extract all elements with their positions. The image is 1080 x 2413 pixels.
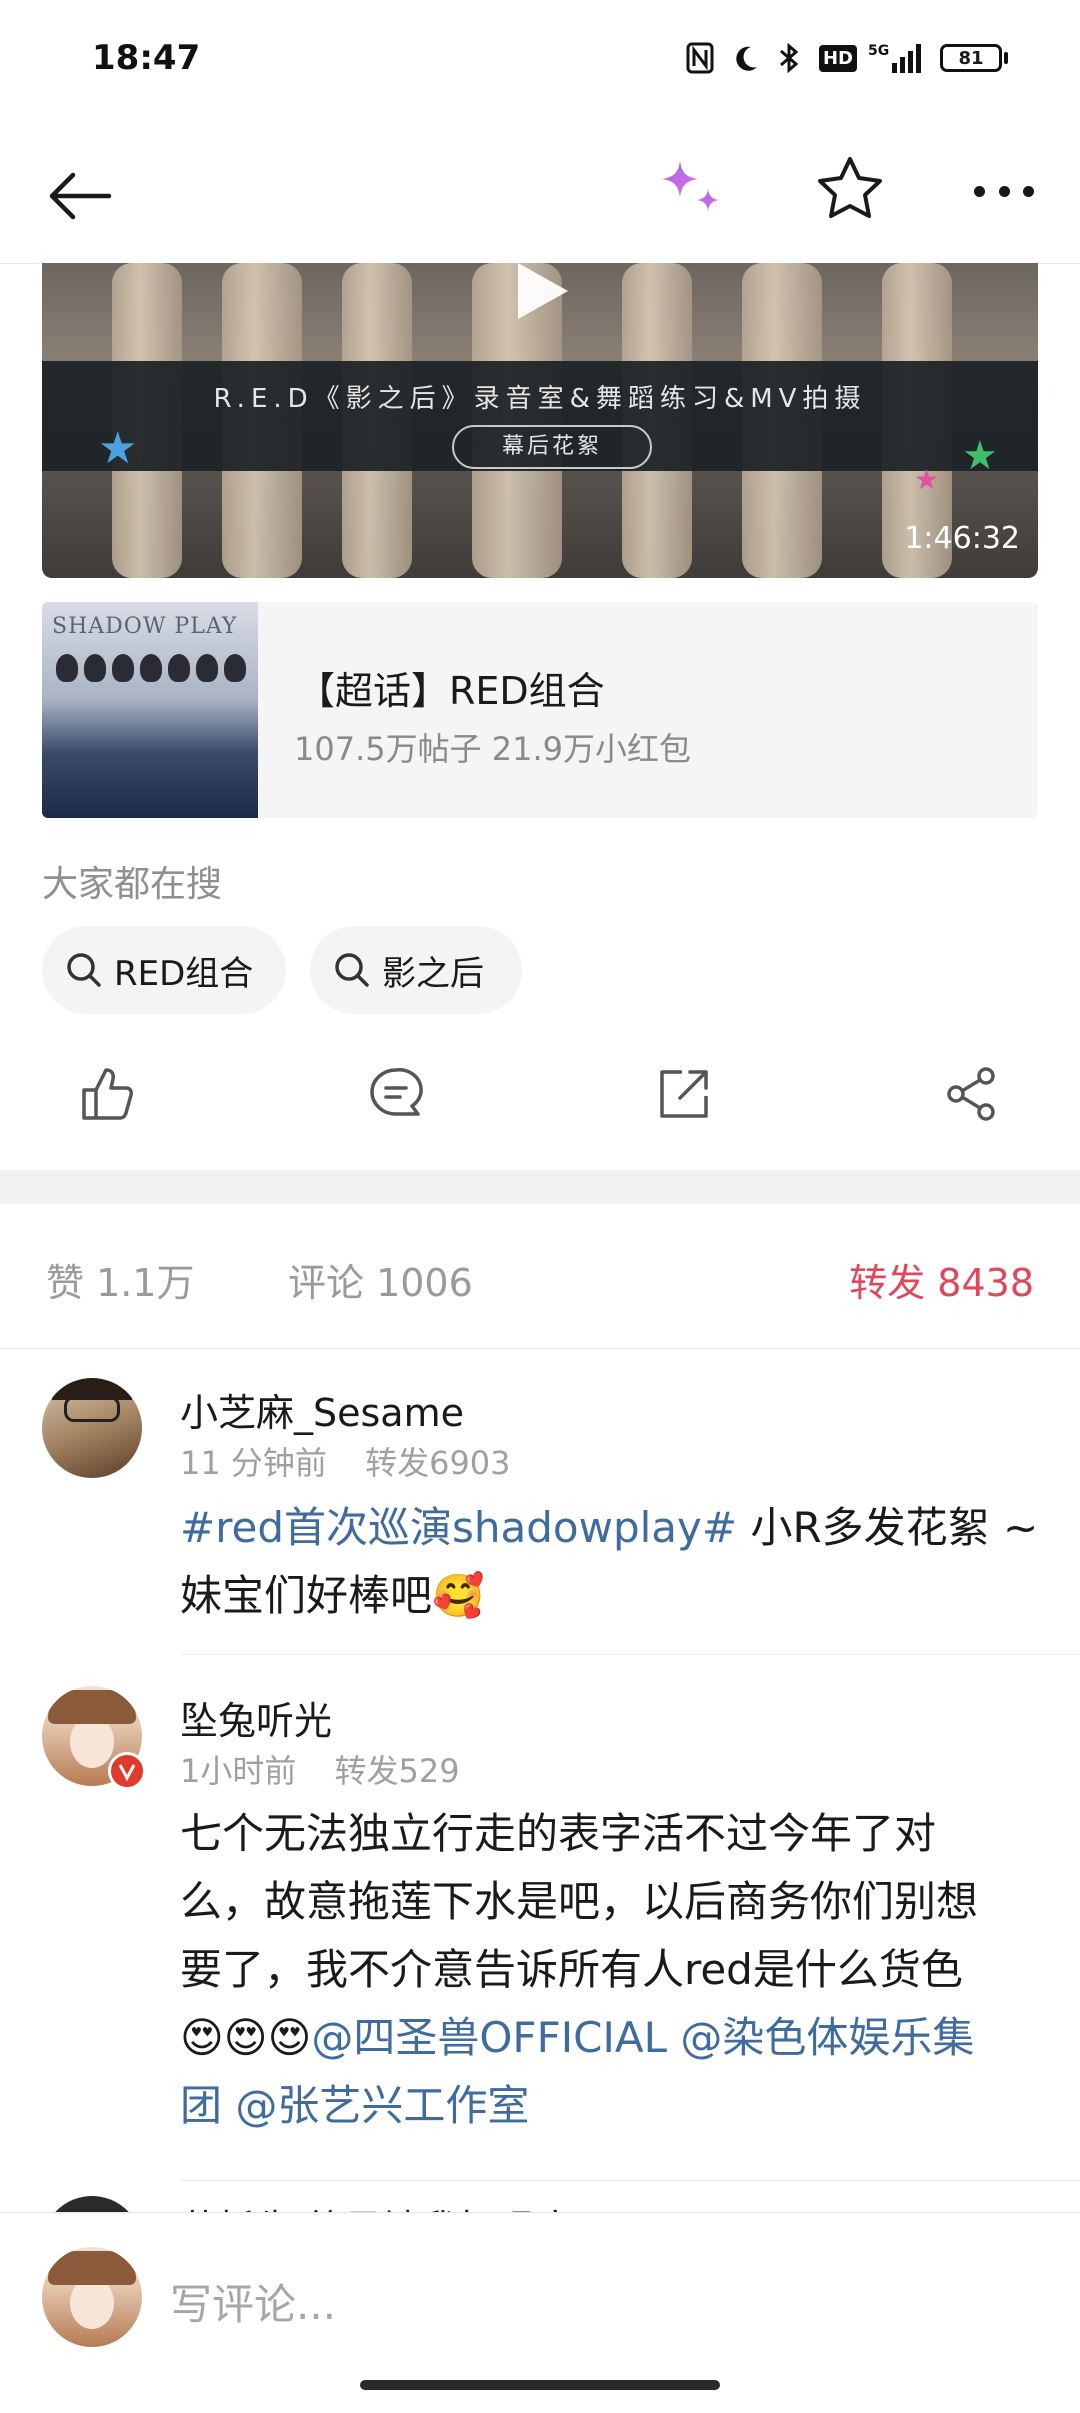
comment-body: 七个无法独立行走的表字活不过今年了对 么，故意拖莲下水是吧，以后商务你们别想 要… bbox=[180, 1800, 1060, 2140]
topic-cover-image: SHADOW PLAY bbox=[42, 602, 258, 818]
search-icon bbox=[335, 953, 369, 987]
trending-search-title: 大家都在搜 bbox=[42, 864, 223, 905]
tab-reposts[interactable]: 转发 8438 bbox=[849, 1252, 1034, 1307]
comment-body: #red首次巡演shadowplay# 小R多发花絮 ~ 妹宝们好棒吧🥰 bbox=[180, 1494, 1060, 1630]
tab-comments[interactable]: 评论 1006 bbox=[288, 1252, 473, 1307]
my-avatar[interactable] bbox=[42, 2247, 142, 2347]
home-indicator[interactable] bbox=[360, 2380, 720, 2390]
comment-text: 七个无法独立行走的表字活不过今年了对 bbox=[180, 1809, 937, 1858]
search-icon bbox=[67, 953, 101, 987]
comment-time: 1小时前 bbox=[180, 1752, 297, 1790]
repost-share-icon[interactable] bbox=[644, 1058, 724, 1130]
avatar[interactable] bbox=[42, 1378, 142, 1478]
search-chip-label: 影之后 bbox=[382, 953, 484, 994]
interaction-tabs: 赞 1.1万 评论 1006 转发 8438 bbox=[0, 1204, 1080, 1349]
comment-text: 妹宝们好棒吧🥰 bbox=[180, 1571, 485, 1620]
nfc-icon bbox=[682, 40, 718, 76]
video-player[interactable]: R.E.D《影之后》录音室&舞蹈练习&MV拍摄 幕后花絮 ★ ★ ★ 1:46:… bbox=[42, 263, 1038, 578]
comment-separator bbox=[180, 2180, 1080, 2181]
video-banner-pill: 幕后花絮 bbox=[452, 425, 652, 469]
comment-separator bbox=[180, 1654, 1080, 1655]
tab-likes[interactable]: 赞 1.1万 bbox=[46, 1252, 195, 1307]
comment-repost-count: 转发6903 bbox=[365, 1444, 511, 1482]
comment-emoji: 😍😍😍 bbox=[180, 2013, 312, 2062]
top-nav-bar bbox=[0, 125, 1080, 264]
super-topic-card[interactable]: SHADOW PLAY 【超话】RED组合 107.5万帖子 21.9万小红包 bbox=[42, 602, 1038, 818]
comment-author[interactable]: 坠兔听光 bbox=[180, 1690, 332, 1745]
comment-repost-count: 转发529 bbox=[334, 1752, 460, 1790]
comment-meta: 11 分钟前 转发6903 bbox=[180, 1438, 511, 1484]
mention-link[interactable]: @四圣兽OFFICIAL bbox=[311, 2013, 667, 2062]
play-icon[interactable] bbox=[502, 263, 582, 343]
verified-badge-icon bbox=[108, 1752, 146, 1790]
star-decoration-icon: ★ bbox=[962, 433, 998, 479]
section-divider bbox=[0, 1170, 1080, 1204]
mention-link[interactable]: @染色体娱乐集 bbox=[667, 2013, 974, 2062]
battery-icon: 81 bbox=[938, 40, 1010, 76]
sparkle-icon[interactable] bbox=[648, 149, 732, 233]
video-duration: 1:46:32 bbox=[904, 521, 1020, 556]
comment-text: 要了，我不介意告诉所有人red是什么货色 bbox=[180, 1945, 963, 1994]
hashtag-link[interactable]: #red首次巡演shadowplay# bbox=[180, 1503, 737, 1552]
topic-title: 【超话】RED组合 bbox=[297, 669, 605, 713]
search-chip-red[interactable]: RED组合 bbox=[42, 926, 286, 1014]
star-decoration-icon: ★ bbox=[98, 423, 138, 474]
favorite-star-icon[interactable] bbox=[810, 149, 890, 229]
more-dots-icon[interactable] bbox=[964, 161, 1044, 221]
back-arrow-icon[interactable] bbox=[40, 161, 120, 231]
hd-icon: HD bbox=[818, 40, 858, 76]
comment-author[interactable]: 小芝麻_Sesame bbox=[180, 1382, 464, 1437]
topic-cover-text: SHADOW PLAY bbox=[52, 614, 238, 639]
mention-link[interactable]: 团 @张艺兴工作室 bbox=[180, 2081, 529, 2130]
star-decoration-icon: ★ bbox=[914, 463, 940, 496]
moon-icon bbox=[728, 40, 764, 76]
comment-bubble-icon[interactable] bbox=[356, 1058, 436, 1130]
share-nodes-icon[interactable] bbox=[932, 1058, 1012, 1130]
search-chip-yingzhihou[interactable]: 影之后 bbox=[310, 926, 522, 1014]
video-banner-title: R.E.D《影之后》录音室&舞蹈练习&MV拍摄 bbox=[213, 384, 867, 414]
topic-stats: 107.5万帖子 21.9万小红包 bbox=[294, 730, 692, 768]
status-bar: 18:47 HD 5G 81 bbox=[0, 0, 1080, 125]
comment-text: 小R多发花絮 ~ bbox=[737, 1503, 1039, 1552]
comment-time: 11 分钟前 bbox=[180, 1444, 327, 1482]
signal-icon: 5G bbox=[868, 40, 924, 76]
comment-meta: 1小时前 转发529 bbox=[180, 1746, 460, 1792]
like-thumb-icon[interactable] bbox=[68, 1058, 148, 1130]
clock: 18:47 bbox=[92, 38, 201, 78]
comment-text: 么，故意拖莲下水是吧，以后商务你们别想 bbox=[180, 1877, 979, 1926]
svg-text:5G: 5G bbox=[868, 43, 889, 59]
topic-cover-faces bbox=[56, 654, 246, 724]
bluetooth-icon bbox=[774, 40, 804, 76]
search-chip-label: RED组合 bbox=[114, 953, 254, 994]
comment-input[interactable]: 写评论... bbox=[170, 2271, 336, 2332]
